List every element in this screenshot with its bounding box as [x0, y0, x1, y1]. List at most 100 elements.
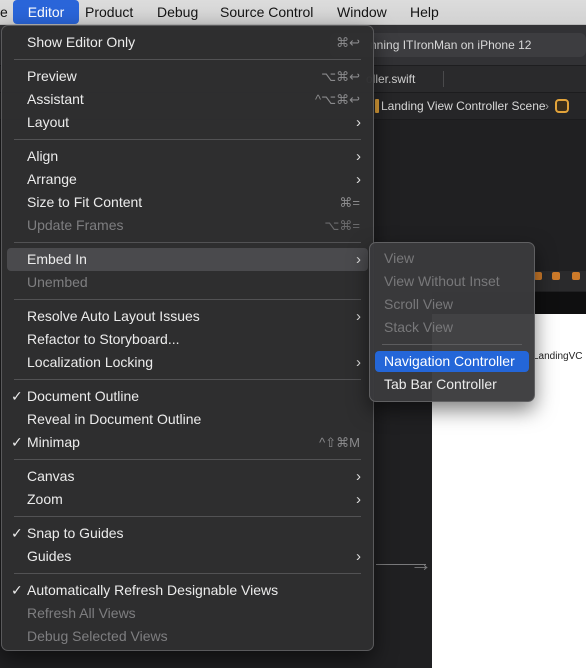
menu-item-label: Resolve Auto Layout Issues: [27, 308, 200, 324]
menu-window[interactable]: Window: [328, 0, 396, 24]
editor-menu: Show Editor Only ⌘↩ Preview ⌥⌘↩ Assistan…: [1, 25, 374, 651]
menu-separator: [14, 299, 361, 300]
shortcut: ⌥⌘↩: [321, 69, 360, 84]
submenu-item-label: Stack View: [384, 319, 453, 335]
menu-bar: e Editor Product Debug Source Control Wi…: [0, 0, 586, 25]
menu-item-auto-refresh[interactable]: ✓ Automatically Refresh Designable Views: [7, 579, 368, 602]
menu-item-update-frames: Update Frames ⌥⌘=: [7, 214, 368, 237]
jump-bar-scene[interactable]: Landing View Controller Scene: [381, 93, 546, 119]
menu-separator: [14, 459, 361, 460]
jump-bar-chevron-icon: ›: [545, 99, 549, 113]
menu-item-label: Refresh All Views: [27, 605, 136, 621]
menu-separator: [14, 242, 361, 243]
shortcut: ⌥⌘=: [324, 218, 360, 233]
menu-item-minimap[interactable]: ✓ Minimap ^⇧⌘M: [7, 431, 368, 454]
submenu-item-scroll-view: Scroll View: [375, 294, 529, 315]
menu-help[interactable]: Help: [401, 0, 448, 24]
menu-item-label: Document Outline: [27, 388, 140, 404]
menu-item-label: Show Editor Only: [27, 34, 136, 50]
menu-item-preview[interactable]: Preview ⌥⌘↩: [7, 65, 368, 88]
menu-item-label: Zoom: [27, 491, 63, 507]
chevron-right-icon: ›: [356, 171, 361, 188]
checkmark-icon: ✓: [11, 388, 23, 404]
chevron-right-icon: ›: [356, 308, 361, 325]
menu-item-label: Update Frames: [27, 217, 124, 233]
submenu-item-label: Scroll View: [384, 296, 453, 312]
menu-item-label: Guides: [27, 548, 72, 564]
menu-item-refactor-storyboard[interactable]: Refactor to Storyboard...: [7, 328, 368, 351]
shortcut: ^⌥⌘↩: [315, 92, 360, 107]
menu-separator: [14, 516, 361, 517]
scene-label: LandingVC: [533, 351, 583, 362]
checkmark-icon: ✓: [11, 525, 23, 541]
menu-item-assistant[interactable]: Assistant ^⌥⌘↩: [7, 88, 368, 111]
tab-divider: [443, 71, 444, 87]
submenu-item-label: Navigation Controller: [384, 353, 515, 369]
menu-item-label: Debug Selected Views: [27, 628, 168, 644]
menu-item-canvas[interactable]: Canvas ›: [7, 465, 368, 488]
menu-item-refresh-all: Refresh All Views: [7, 602, 368, 625]
menu-item-align[interactable]: Align ›: [7, 145, 368, 168]
submenu-item-label: View: [384, 250, 415, 266]
menu-separator: [14, 573, 361, 574]
view-controller-icon[interactable]: [534, 272, 542, 280]
menu-item-label: Snap to Guides: [27, 525, 124, 541]
menu-item-label: Refactor to Storyboard...: [27, 331, 180, 347]
menu-item-resolve-auto-layout[interactable]: Resolve Auto Layout Issues ›: [7, 305, 368, 328]
menu-item-layout[interactable]: Layout ›: [7, 111, 368, 134]
chevron-right-icon: ›: [356, 468, 361, 485]
menu-item-label: Arrange: [27, 171, 77, 187]
menu-item-label: Automatically Refresh Designable Views: [27, 582, 279, 598]
menu-editor[interactable]: Editor: [13, 0, 79, 24]
exit-icon[interactable]: [572, 272, 580, 280]
menu-item-show-editor-only[interactable]: Show Editor Only ⌘↩: [7, 31, 368, 54]
menu-item-label: Assistant: [27, 91, 84, 107]
menu-item-guides[interactable]: Guides ›: [7, 545, 368, 568]
embed-in-submenu: View View Without Inset Scroll View Stac…: [369, 242, 535, 402]
storyboard-scene-icon: [375, 99, 379, 113]
submenu-item-tab-bar-controller[interactable]: Tab Bar Controller: [375, 374, 529, 395]
submenu-item-stack-view: Stack View: [375, 317, 529, 338]
chevron-right-icon: ›: [356, 114, 361, 131]
chevron-right-icon: ›: [356, 491, 361, 508]
menu-debug[interactable]: Debug: [148, 0, 207, 24]
menu-item-reveal-outline[interactable]: Reveal in Document Outline: [7, 408, 368, 431]
submenu-item-label: View Without Inset: [384, 273, 500, 289]
menu-item-label: Reveal in Document Outline: [27, 411, 202, 427]
chevron-right-icon: ›: [356, 354, 361, 371]
menu-separator: [14, 59, 361, 60]
menu-item-label: Size to Fit Content: [27, 194, 143, 210]
menu-item-label: Align: [27, 148, 59, 164]
chevron-right-icon: ›: [356, 251, 361, 268]
menu-item-localization-locking[interactable]: Localization Locking ›: [7, 351, 368, 374]
menu-item-label: Preview: [27, 68, 77, 84]
chevron-right-icon: ›: [356, 148, 361, 165]
view-controller-icon[interactable]: [555, 99, 569, 113]
shortcut: ⌘↩: [336, 35, 360, 50]
submenu-item-view: View: [375, 248, 529, 269]
menu-item-label: Minimap: [27, 434, 80, 450]
menu-item-label: Canvas: [27, 468, 75, 484]
menu-item-arrange[interactable]: Arrange ›: [7, 168, 368, 191]
submenu-item-label: Tab Bar Controller: [384, 376, 497, 392]
menu-item-label: Layout: [27, 114, 70, 130]
menu-item-label: Localization Locking: [27, 354, 154, 370]
menu-separator: [14, 139, 361, 140]
menu-product[interactable]: Product: [76, 0, 142, 24]
chevron-right-icon: ›: [356, 548, 361, 565]
menu-source-control[interactable]: Source Control: [211, 0, 322, 24]
submenu-separator: [382, 344, 522, 345]
checkmark-icon: ✓: [11, 582, 23, 598]
menu-item-document-outline[interactable]: ✓ Document Outline: [7, 385, 368, 408]
menu-item-label: Unembed: [27, 274, 88, 290]
checkmark-icon: ✓: [11, 434, 23, 450]
entry-arrow-icon: →: [410, 551, 432, 576]
submenu-item-navigation-controller[interactable]: Navigation Controller: [375, 351, 529, 372]
menu-item-snap-to-guides[interactable]: ✓ Snap to Guides: [7, 522, 368, 545]
menu-item-debug-selected: Debug Selected Views: [7, 625, 368, 648]
menu-item-size-to-fit[interactable]: Size to Fit Content ⌘=: [7, 191, 368, 214]
shortcut: ^⇧⌘M: [319, 435, 360, 450]
menu-item-embed-in[interactable]: Embed In ›: [7, 248, 368, 271]
menu-item-zoom[interactable]: Zoom ›: [7, 488, 368, 511]
first-responder-icon[interactable]: [552, 272, 560, 280]
